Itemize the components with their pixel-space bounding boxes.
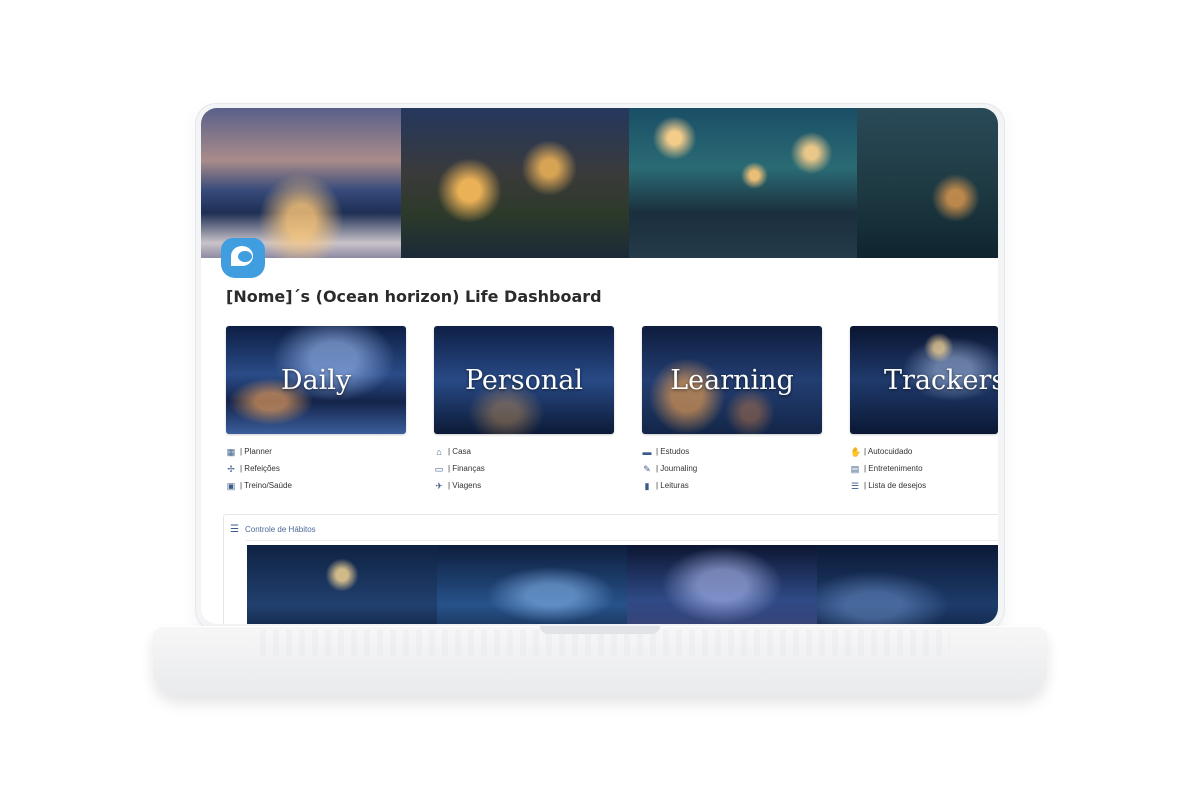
card-image-personal[interactable]: Personal bbox=[434, 326, 614, 434]
heart-pulse-icon: ▣ bbox=[226, 480, 236, 491]
habit-tracker-header[interactable]: ☰ Controle de Hábitos bbox=[230, 524, 316, 535]
checklist-icon: ☰ bbox=[850, 480, 860, 491]
habit-tracker-title: Controle de Hábitos bbox=[244, 525, 316, 534]
book-icon: ▮ bbox=[644, 480, 650, 491]
pen-icon: ✎ bbox=[643, 463, 651, 474]
page-title[interactable]: [Nome]´s (Ocean horizon) Life Dashboard bbox=[226, 287, 602, 306]
card-image-learning[interactable]: Learning bbox=[642, 326, 822, 434]
link-list: ▬ | Estudos ✎ | Journaling ▮ | Leituras bbox=[642, 443, 822, 494]
wallet-icon: ▭ bbox=[434, 463, 444, 474]
card-personal: Personal ⌂ | Casa ▭ | Finanças ✈ | Viagens bbox=[434, 326, 614, 494]
habit-image-milky-way bbox=[627, 545, 817, 624]
link-journaling[interactable]: ✎ | Journaling bbox=[642, 460, 822, 477]
card-label: Learning bbox=[670, 364, 794, 396]
habit-tracker-gallery[interactable] bbox=[247, 545, 998, 624]
link-entretenimento[interactable]: ▤ | Entretenimento bbox=[850, 460, 998, 477]
card-image-daily[interactable]: Daily bbox=[226, 326, 406, 434]
link-refeicoes[interactable]: ✢ | Refeições bbox=[226, 460, 406, 477]
card-daily: Daily ▦ | Planner ✢ | Refeições ▣ | Treino/… bbox=[226, 326, 406, 494]
notion-page: [Nome]´s (Ocean horizon) Life Dashboard … bbox=[201, 108, 998, 624]
laptop-hinge-notch bbox=[540, 626, 660, 634]
cover-image-lake bbox=[857, 108, 998, 258]
link-planner[interactable]: ▦ | Planner bbox=[226, 443, 406, 460]
utensils-icon: ✢ bbox=[227, 463, 235, 474]
monitor-icon: ▬ bbox=[642, 446, 652, 457]
airplane-icon: ✈ bbox=[435, 480, 443, 491]
card-image-trackers[interactable]: Trackers bbox=[850, 326, 998, 434]
divider bbox=[246, 540, 998, 541]
film-icon: ▤ bbox=[850, 463, 860, 474]
habit-image-night-sky bbox=[817, 545, 998, 624]
cover-image-japanese-house bbox=[401, 108, 629, 258]
card-label: Trackers bbox=[884, 364, 998, 396]
link-leituras[interactable]: ▮ | Leituras bbox=[642, 477, 822, 494]
card-trackers: Trackers ✋ | Autocuidado ▤ | Entreteniment… bbox=[850, 326, 998, 494]
self-care-icon: ✋ bbox=[850, 446, 862, 457]
calendar-icon: ▦ bbox=[226, 446, 236, 457]
card-label: Personal bbox=[464, 364, 584, 396]
cover-image-rainy-street bbox=[629, 108, 857, 258]
habit-image-house-stars bbox=[437, 545, 627, 624]
cover-image-lakeside bbox=[201, 108, 401, 258]
habit-tracker-block: ☰ Controle de Hábitos bbox=[223, 514, 998, 624]
home-icon: ⌂ bbox=[436, 446, 442, 457]
link-autocuidado[interactable]: ✋ | Autocuidado bbox=[850, 443, 998, 460]
link-financas[interactable]: ▭ | Finanças bbox=[434, 460, 614, 477]
page-cover[interactable] bbox=[201, 108, 998, 258]
card-label: Daily bbox=[280, 364, 352, 396]
link-list: ▦ | Planner ✢ | Refeições ▣ | Treino/Saúde bbox=[226, 443, 406, 494]
habit-image-lighthouse bbox=[247, 545, 437, 624]
link-estudos[interactable]: ▬ | Estudos bbox=[642, 443, 822, 460]
link-treino-saude[interactable]: ▣ | Treino/Saúde bbox=[226, 477, 406, 494]
card-learning: Learning ▬ | Estudos ✎ | Journaling ▮ | Lei… bbox=[642, 326, 822, 494]
link-viagens[interactable]: ✈ | Viagens bbox=[434, 477, 614, 494]
link-casa[interactable]: ⌂ | Casa bbox=[434, 443, 614, 460]
ocean-wave-icon[interactable] bbox=[221, 238, 265, 278]
link-list: ✋ | Autocuidado ▤ | Entretenimento ☰ | List… bbox=[850, 443, 998, 494]
checklist-icon: ☰ bbox=[230, 524, 239, 535]
link-lista-de-desejos[interactable]: ☰ | Lista de desejos bbox=[850, 477, 998, 494]
link-list: ⌂ | Casa ▭ | Finanças ✈ | Viagens bbox=[434, 443, 614, 494]
